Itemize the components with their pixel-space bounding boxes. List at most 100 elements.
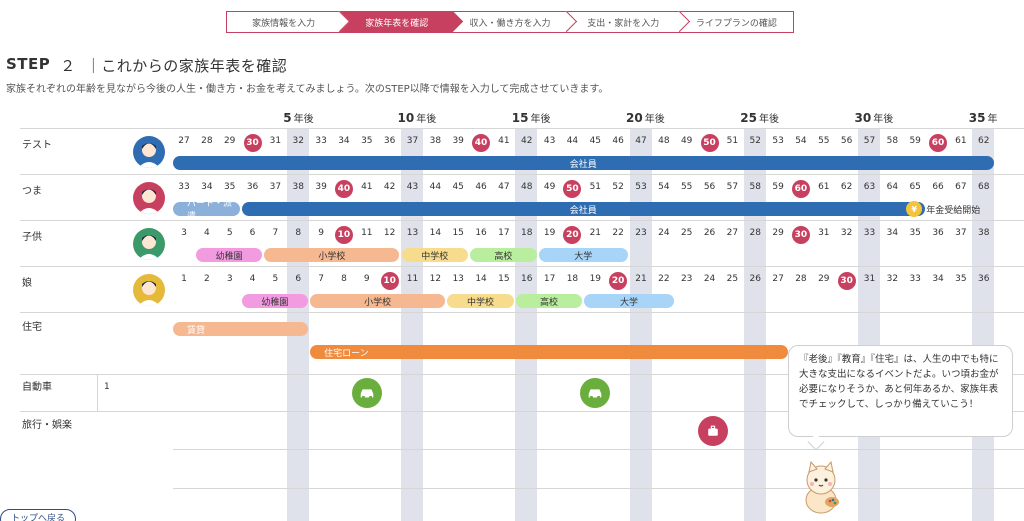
age-cell: 54 bbox=[795, 136, 807, 146]
age-cell: 5 bbox=[226, 228, 233, 238]
lifestage-bar: 中学校 bbox=[401, 248, 469, 262]
age-cell: 53 bbox=[635, 182, 647, 192]
person-avatar-icon bbox=[133, 136, 165, 168]
progress-stepper: 家族情報を入力 家族年表を確認 収入・働き方を入力 支出・家計を入力 ライフプランの確認 bbox=[226, 10, 795, 33]
age-cell: 33 bbox=[863, 228, 876, 238]
age-cell: 31 bbox=[863, 274, 876, 284]
age-cell: 22 bbox=[658, 274, 670, 284]
age-cell: 26 bbox=[749, 274, 761, 284]
row-divider bbox=[20, 174, 1024, 175]
age-cell: 10 bbox=[334, 226, 353, 244]
age-cell: 31 bbox=[818, 228, 830, 238]
person-avatar-icon bbox=[133, 274, 165, 306]
age-cell: 9 bbox=[318, 228, 324, 238]
age-cell: 23 bbox=[680, 274, 693, 284]
age-cell: 51 bbox=[589, 182, 602, 192]
person-avatar-icon bbox=[133, 228, 165, 260]
lifestage-bar: 高校 bbox=[470, 248, 537, 262]
step-3[interactable]: 収入・働き方を入力 bbox=[453, 10, 577, 33]
row-label-travel: 旅行・娯楽 bbox=[22, 420, 72, 431]
age-cell: 37 bbox=[955, 228, 967, 238]
age-cell: 14 bbox=[475, 274, 487, 284]
age-cell: 21 bbox=[635, 274, 647, 284]
age-cell: 48 bbox=[521, 182, 533, 192]
step-1[interactable]: 家族情報を入力 bbox=[226, 10, 351, 33]
age-cell: 35 bbox=[955, 274, 967, 284]
age-cell: 50 bbox=[563, 180, 582, 198]
age-cell: 60 bbox=[791, 180, 810, 198]
age-cell: 40 bbox=[334, 180, 353, 198]
age-cell: 62 bbox=[840, 182, 853, 192]
step-5[interactable]: ライフプランの確認 bbox=[679, 11, 795, 33]
milestone-unit: 年後 bbox=[644, 114, 665, 125]
age-cell: 48 bbox=[658, 136, 670, 146]
age-cell: 64 bbox=[886, 182, 899, 192]
milestone-unit: 年後 bbox=[873, 114, 894, 125]
car-icon[interactable] bbox=[351, 378, 382, 408]
age-cell: 65 bbox=[909, 182, 921, 192]
step-label: ライフプランの確認 bbox=[695, 18, 777, 29]
age-cell: 11 bbox=[361, 228, 373, 238]
age-cell: 36 bbox=[383, 136, 396, 146]
lifestage-bar: 幼稚園 bbox=[241, 294, 309, 308]
age-cell: 10 bbox=[380, 272, 399, 290]
age-cell: 59 bbox=[772, 182, 784, 192]
age-cell: 35 bbox=[223, 182, 236, 192]
title-text: ｜これからの家族年表を確認 bbox=[85, 57, 288, 75]
family-timeline: 5 年後 10 年後 15 年後 20 年後 25 年後 30 年後 35 年テスト 27 28 29 30 31 3… bbox=[0, 104, 1024, 521]
age-cell: 49 bbox=[680, 136, 693, 146]
milestone-unit: 年後 bbox=[416, 114, 437, 125]
car-icon[interactable] bbox=[580, 378, 611, 408]
back-to-top-button[interactable]: トップへ戻る bbox=[0, 509, 77, 521]
age-cell: 12 bbox=[383, 228, 396, 238]
age-cell: 68 bbox=[978, 182, 990, 192]
age-cell: 36 bbox=[246, 182, 259, 192]
age-cell: 31 bbox=[269, 136, 282, 146]
age-cell: 5 bbox=[272, 274, 279, 284]
milestone-label: 15 年後 bbox=[512, 110, 551, 125]
age-cell: 12 bbox=[429, 274, 442, 284]
step-label: STEP bbox=[6, 55, 51, 73]
age-cell: 27 bbox=[178, 136, 190, 146]
age-cell: 34 bbox=[932, 274, 944, 284]
rent-bar: 賃貸 bbox=[173, 322, 309, 336]
milestone-label: 20 年後 bbox=[626, 110, 665, 125]
travel-suitcase-icon[interactable] bbox=[697, 416, 728, 446]
age-cell: 6 bbox=[295, 274, 302, 284]
age-cell: 8 bbox=[295, 228, 302, 238]
age-cell: 11 bbox=[406, 274, 419, 284]
pension-start-label: ¥ 年金受給開始 bbox=[906, 201, 980, 217]
age-cell: 30 bbox=[837, 272, 856, 290]
step-4[interactable]: 支出・家計を入力 bbox=[566, 10, 690, 33]
age-cell: 3 bbox=[181, 228, 187, 238]
step-2[interactable]: 家族年表を確認 bbox=[340, 10, 464, 33]
lifestage-bar: 会社員 bbox=[241, 202, 926, 216]
row-divider bbox=[173, 449, 1024, 450]
lifestage-bar: パート・派遣 bbox=[173, 199, 240, 222]
age-cell: 15 bbox=[452, 228, 464, 238]
age-cell: 23 bbox=[635, 228, 647, 238]
lifestage-bar: 中学校 bbox=[447, 294, 514, 308]
age-cell: 34 bbox=[338, 136, 350, 146]
car-divider bbox=[97, 374, 98, 412]
lifestage-bar: 小学校 bbox=[310, 294, 446, 308]
row-divider bbox=[20, 128, 1024, 129]
age-cell: 51 bbox=[726, 136, 739, 146]
step-label: 家族年表を確認 bbox=[365, 18, 429, 29]
age-cell: 38 bbox=[292, 182, 304, 192]
yen-coin-icon: ¥ bbox=[906, 201, 923, 217]
age-cell: 43 bbox=[406, 182, 419, 192]
age-cell: 29 bbox=[772, 228, 784, 238]
age-cell: 49 bbox=[543, 182, 556, 192]
age-cell: 35 bbox=[909, 228, 921, 238]
page-title: STEP ２ ｜これからの家族年表を確認 bbox=[6, 55, 287, 76]
age-cell: 44 bbox=[566, 136, 579, 146]
age-cell: 28 bbox=[749, 228, 761, 238]
age-cell: 30 bbox=[791, 226, 810, 244]
milestone-number: 35 bbox=[968, 111, 986, 125]
milestone-label: 30 年後 bbox=[855, 110, 894, 125]
age-cell: 58 bbox=[749, 182, 761, 192]
age-cell: 18 bbox=[521, 228, 533, 238]
age-cell: 36 bbox=[978, 274, 990, 284]
row-label-car: 自動車 bbox=[22, 382, 52, 393]
